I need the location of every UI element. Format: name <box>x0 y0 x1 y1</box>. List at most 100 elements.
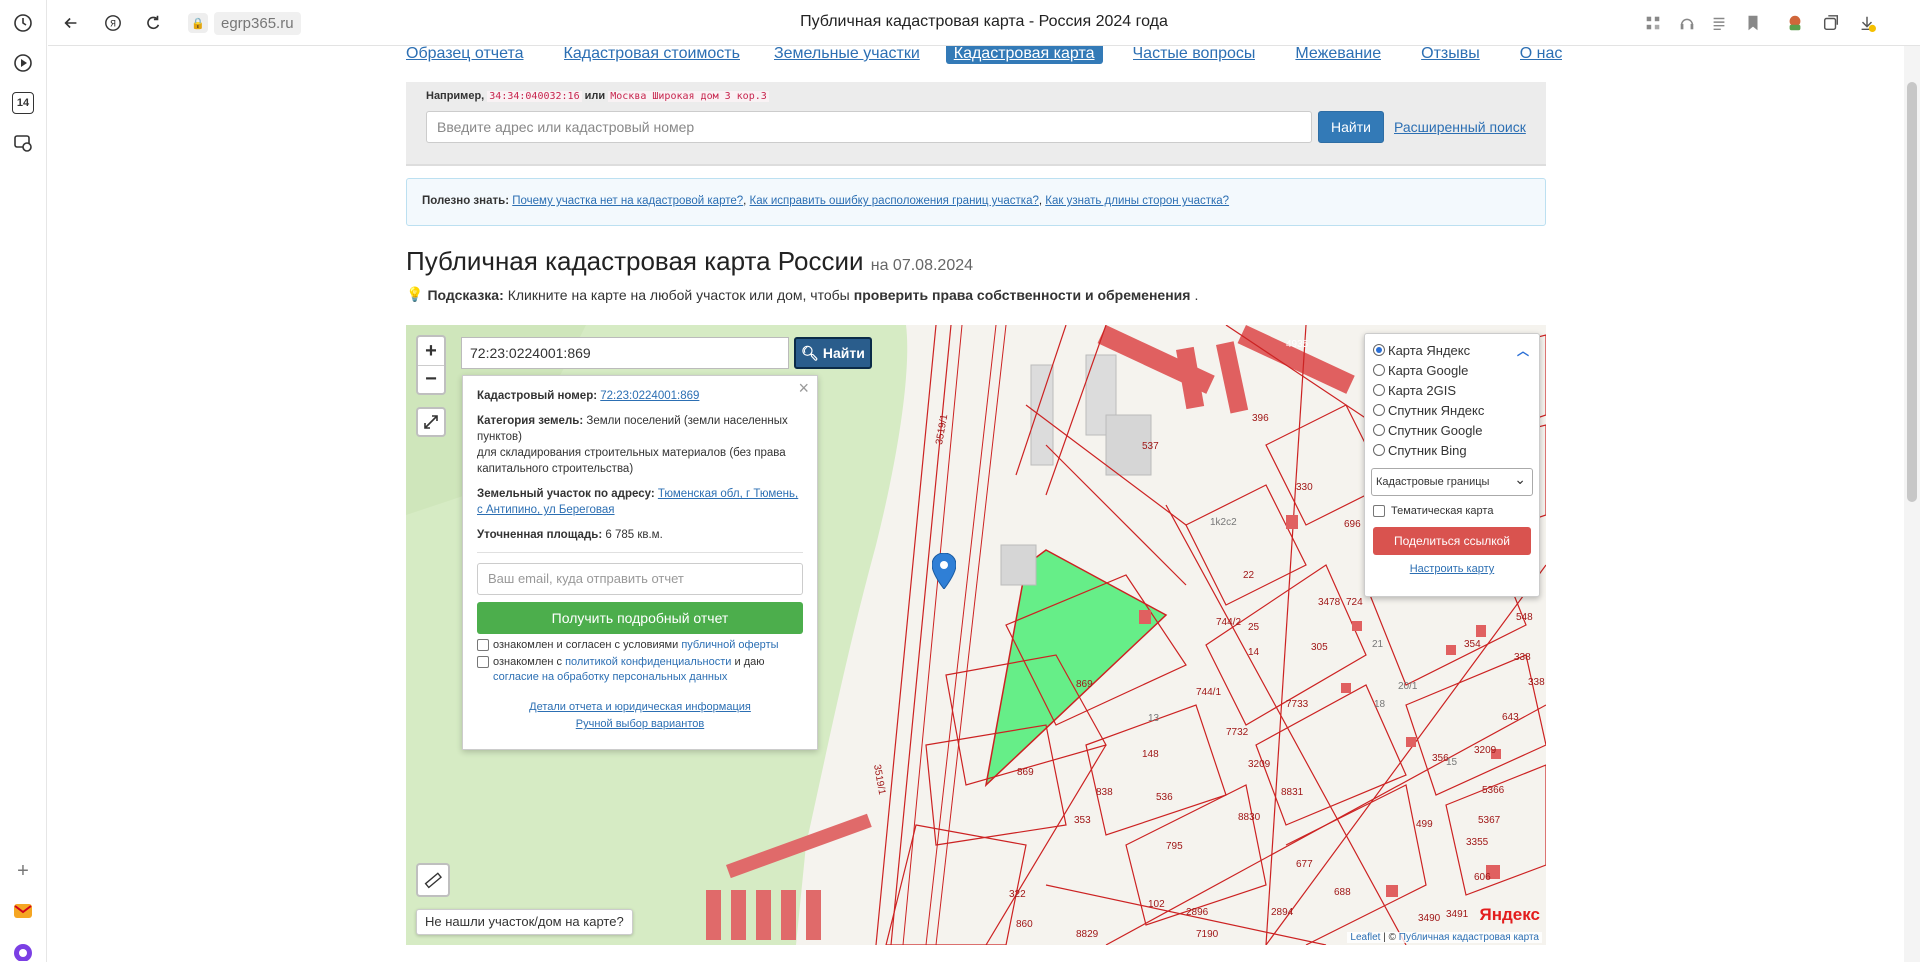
configure-map-link[interactable]: Настроить карту <box>1373 563 1531 575</box>
layer-option-google-satellite[interactable]: Спутник Google <box>1373 420 1531 440</box>
zoom-control: + − <box>416 335 446 395</box>
share-link-button[interactable]: Поделиться ссылкой <box>1373 527 1531 555</box>
parcel-label: 3355 <box>1466 837 1489 848</box>
nav-item-cadastral-cost[interactable]: Кадастровая стоимость <box>564 46 740 62</box>
parcel-label: 677 <box>1296 859 1313 870</box>
map-search-input[interactable]: 72:23:0224001:869 <box>461 337 789 369</box>
close-icon[interactable]: × <box>798 379 809 397</box>
apps-icon[interactable] <box>1642 12 1664 34</box>
parcel-label: 5366 <box>1482 785 1505 796</box>
radio-button[interactable] <box>1373 444 1385 456</box>
reader-icon[interactable] <box>1708 12 1730 34</box>
useful-link-missing-plot[interactable]: Почему участка нет на кадастровой карте? <box>512 195 743 207</box>
cadastral-map[interactable]: 869 869 537 396 3519/1 3519/1 838 353 14… <box>406 325 1546 945</box>
parcel-label: 2894 <box>1271 907 1294 918</box>
calendar-icon[interactable]: 14 <box>12 92 34 114</box>
layer-option-yandex-satellite[interactable]: Спутник Яндекс <box>1373 400 1531 420</box>
privacy-policy-link[interactable]: политикой конфиденциальности <box>565 656 731 668</box>
parcel-label: 353 <box>1074 815 1091 826</box>
nav-item-sample-report[interactable]: Образец отчета <box>406 46 524 62</box>
map-marker-icon[interactable] <box>932 553 956 589</box>
example-address: Москва Широкая дом 3 кор.3 <box>608 91 769 102</box>
consent-offer-text: ознакомлен и согласен с условиями <box>493 639 679 651</box>
overlay-select[interactable]: Кадастровые границы <box>1371 466 1533 496</box>
app-icon[interactable] <box>12 940 34 962</box>
consent-offer-checkbox[interactable] <box>477 639 489 651</box>
layer-option-label: Карта 2GIS <box>1388 382 1457 398</box>
hint-end: . <box>1194 286 1199 303</box>
profile-icon[interactable] <box>1784 12 1806 34</box>
hint-bold: проверить права собственности и обремене… <box>853 286 1191 303</box>
radio-button[interactable] <box>1373 424 1385 436</box>
main-navigation: Образец отчета Кадастровая стоимость Зем… <box>406 46 1562 64</box>
advanced-search-link[interactable]: Расширенный поиск <box>1394 119 1526 135</box>
parcel-label: 18 <box>1374 699 1386 710</box>
layer-option-google-map[interactable]: Карта Google <box>1373 360 1531 380</box>
parcel-label: 860 <box>1016 919 1033 930</box>
nav-item-about[interactable]: О нас <box>1520 46 1563 62</box>
parcel-label: 744/2 <box>1216 617 1241 628</box>
radio-button[interactable] <box>1373 344 1385 356</box>
parcel-label: 7190 <box>1196 929 1219 940</box>
search-button[interactable]: Найти <box>1318 111 1384 143</box>
parcel-label: 3519/1 <box>871 764 887 796</box>
nav-item-land-plots[interactable]: Земельные участки <box>774 46 920 62</box>
page-heading: Публичная кадастровая карта России на 07… <box>406 246 973 277</box>
parcel-label: 869 <box>1017 767 1034 778</box>
downloads-icon[interactable] <box>1856 12 1878 34</box>
chevron-up-icon[interactable]: ︿ <box>1517 342 1529 359</box>
page-scrollbar[interactable] <box>1904 46 1920 962</box>
scrollbar-thumb[interactable] <box>1907 82 1917 502</box>
thematic-checkbox[interactable] <box>1373 505 1385 517</box>
headphones-icon[interactable] <box>1676 12 1698 34</box>
ruler-button[interactable] <box>416 863 450 897</box>
radio-button[interactable] <box>1373 404 1385 416</box>
nav-item-surveying[interactable]: Межевание <box>1295 46 1381 62</box>
consent-privacy-checkbox[interactable] <box>477 656 489 668</box>
personal-data-link[interactable]: согласие на обработку персональных данны… <box>493 671 727 683</box>
layer-option-bing-satellite[interactable]: Спутник Bing <box>1373 440 1531 460</box>
public-offer-link[interactable]: публичной оферты <box>681 639 778 651</box>
layer-option-2gis-map[interactable]: Карта 2GIS <box>1373 380 1531 400</box>
zoom-out-button[interactable]: − <box>418 365 444 393</box>
search-icon: 🔍︎ <box>801 345 819 361</box>
parcel-label: 148 <box>1142 749 1159 760</box>
play-icon[interactable] <box>12 52 34 74</box>
leaflet-link[interactable]: Leaflet <box>1350 932 1380 943</box>
zoom-in-button[interactable]: + <box>418 337 444 365</box>
nav-item-faq[interactable]: Частые вопросы <box>1133 46 1256 62</box>
cadastral-number-link[interactable]: 72:23:0224001:869 <box>600 390 699 402</box>
example-or: или <box>584 90 606 102</box>
radio-button[interactable] <box>1373 384 1385 396</box>
layer-option-yandex-map[interactable]: Карта Яндекс <box>1373 340 1531 360</box>
radio-button[interactable] <box>1373 364 1385 376</box>
not-found-button[interactable]: Не нашли участок/дом на карте? <box>416 909 633 935</box>
useful-link-side-lengths[interactable]: Как узнать длины сторон участка? <box>1045 195 1229 207</box>
report-details-link[interactable]: Детали отчета и юридическая информация <box>529 701 751 713</box>
parcel-label: 744/1 <box>1196 687 1221 698</box>
email-field[interactable]: Ваш email, куда отправить отчет <box>477 563 803 595</box>
history-icon[interactable] <box>12 12 34 34</box>
fullscreen-button[interactable] <box>416 407 446 437</box>
screenshot-icon[interactable] <box>12 132 34 154</box>
add-icon[interactable]: + <box>12 860 34 882</box>
parcel-label: 5367 <box>1478 815 1501 826</box>
useful-link-fix-borders[interactable]: Как исправить ошибку расположения границ… <box>750 195 1039 207</box>
bookmark-icon[interactable] <box>1742 12 1764 34</box>
mail-app-icon[interactable] <box>12 900 34 922</box>
nav-item-reviews[interactable]: Отзывы <box>1421 46 1480 62</box>
thematic-map-toggle[interactable]: Тематическая карта <box>1373 505 1531 517</box>
divider <box>477 552 803 553</box>
address-search-input[interactable]: Введите адрес или кадастровый номер <box>426 111 1312 143</box>
nav-item-cadastral-map[interactable]: Кадастровая карта <box>945 46 1103 64</box>
manual-selection-link[interactable]: Ручной выбор вариантов <box>576 718 704 730</box>
get-report-button[interactable]: Получить подробный отчет <box>477 602 803 634</box>
source-link[interactable]: Публичная кадастровая карта <box>1399 932 1539 943</box>
parcel-label: 14 <box>1248 647 1260 658</box>
hint: 💡 Подсказка: Кликните на карте на любой … <box>406 286 1198 303</box>
parcel-label: 15 <box>1446 757 1458 768</box>
ruler-icon <box>424 872 442 889</box>
parcel-label: 396 <box>1252 413 1269 424</box>
collections-icon[interactable] <box>1820 12 1842 34</box>
map-search-button[interactable]: 🔍︎ Найти <box>794 337 872 369</box>
